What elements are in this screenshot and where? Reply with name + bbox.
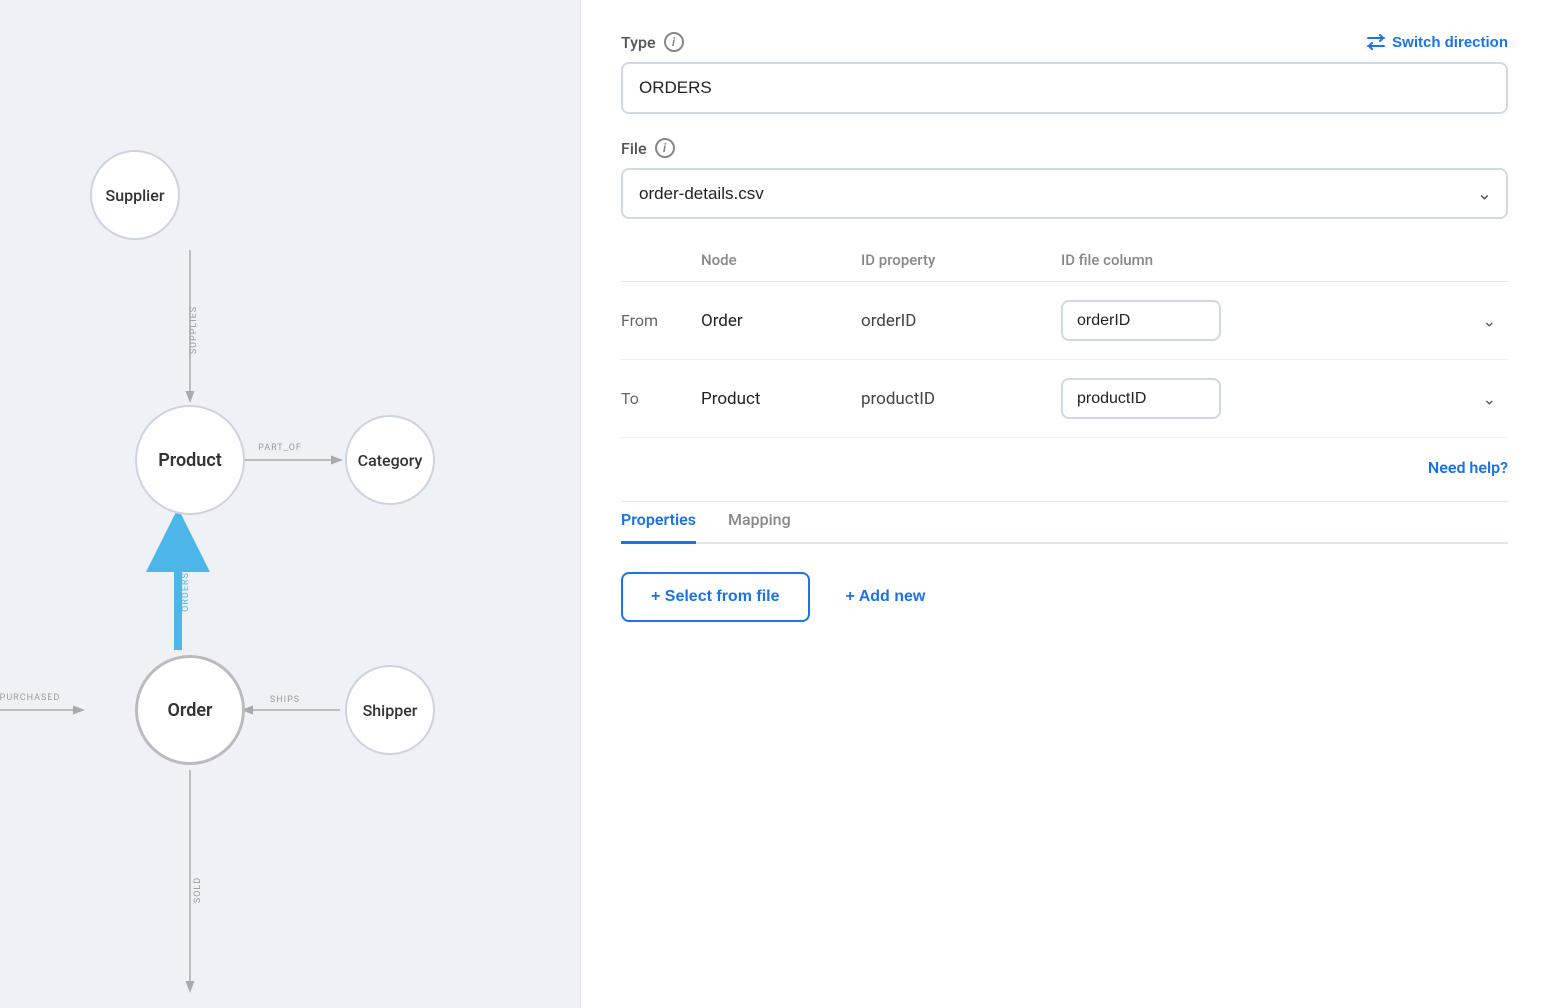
need-help-section: Need help? [621,458,1508,477]
shipper-node[interactable]: Shipper [345,665,435,755]
switch-direction-icon [1366,34,1386,50]
order-node[interactable]: Order [135,655,245,765]
to-id-column-select-wrapper: productID orderID customerID ⌄ [1061,378,1508,419]
mapping-table: Node ID property ID file column From Ord… [621,243,1508,438]
from-node: Order [701,311,861,331]
tab-properties[interactable]: Properties [621,502,696,544]
right-panel: Type i Switch direction File i order-det… [580,0,1548,1008]
table-row-to: To Product productID productID orderID c… [621,360,1508,438]
add-new-button[interactable]: + Add new [830,574,942,620]
type-section-header: Type i Switch direction [621,32,1508,52]
to-id-property: productID [861,389,1061,409]
supplies-label: SUPPLIES [189,306,199,354]
table-header: Node ID property ID file column [621,243,1508,282]
need-help-link[interactable]: Need help? [1428,458,1508,477]
supplier-node[interactable]: Supplier [90,150,180,240]
col-id-file-column: ID file column [1061,251,1508,269]
col-direction [621,251,701,269]
file-select-wrapper: order-details.csv orders.csv order-items… [621,168,1508,219]
tabs-row: Properties Mapping [621,502,1508,544]
select-from-file-button[interactable]: + Select from file [621,572,810,622]
from-id-column-wrapper: orderID productID customerID ⌄ [1061,300,1508,341]
to-label: To [621,389,701,408]
to-id-column-select[interactable]: productID orderID customerID [1061,378,1221,419]
orders-label: ORDERS [181,572,191,612]
type-input[interactable] [621,62,1508,114]
to-id-column-wrapper: productID orderID customerID ⌄ [1061,378,1508,419]
to-node: Product [701,389,861,409]
graph-panel: SUPPLIES PART_OF ORDERS SHIPS PURCHASED … [0,0,580,1008]
file-label: File [621,139,647,158]
tab-mapping[interactable]: Mapping [728,502,791,544]
sold-label: SOLD [193,877,203,903]
from-id-column-select-wrapper: orderID productID customerID ⌄ [1061,300,1508,341]
category-node[interactable]: Category [345,415,435,505]
type-label: Type [621,33,656,52]
to-id-column-chevron: ⌄ [1483,389,1496,408]
col-id-property: ID property [861,251,1061,269]
file-info-icon[interactable]: i [655,138,675,158]
graph-svg: SUPPLIES PART_OF ORDERS SHIPS PURCHASED … [0,0,580,1008]
file-select[interactable]: order-details.csv orders.csv order-items… [621,168,1508,219]
table-row-from: From Order orderID orderID productID cus… [621,282,1508,360]
switch-direction-button[interactable]: Switch direction [1366,34,1508,51]
type-label-group: Type i [621,32,684,52]
partof-label: PART_OF [258,443,302,453]
from-id-column-chevron: ⌄ [1483,311,1496,330]
product-node[interactable]: Product [135,405,245,515]
purchased-label: PURCHASED [0,693,60,703]
from-label: From [621,311,701,330]
col-node: Node [701,251,861,269]
type-info-icon[interactable]: i [664,32,684,52]
ships-label: SHIPS [270,695,300,705]
file-label-group: File i [621,138,1508,158]
from-id-property: orderID [861,311,1061,331]
bottom-buttons: + Select from file + Add new [621,572,1508,622]
from-id-column-select[interactable]: orderID productID customerID [1061,300,1221,341]
